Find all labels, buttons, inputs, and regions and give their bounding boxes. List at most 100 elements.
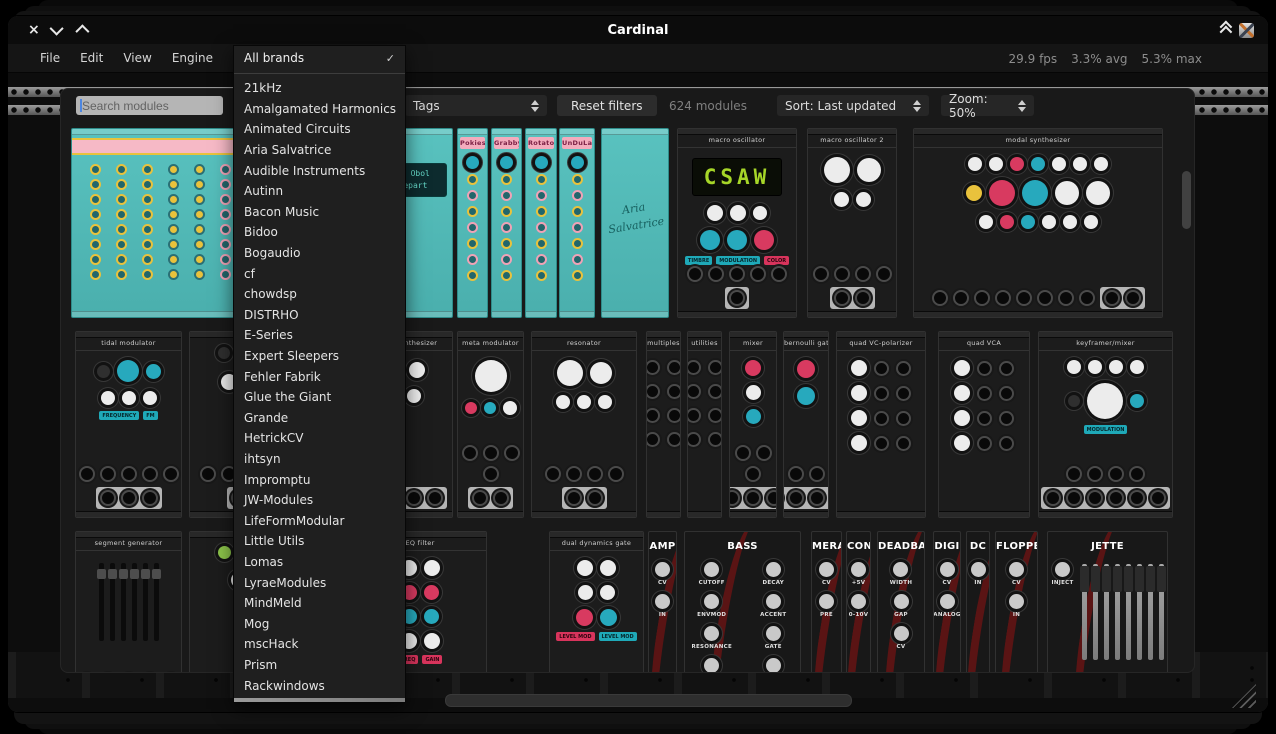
knob[interactable]	[940, 594, 955, 609]
module-card-pokies[interactable]: Pokies	[457, 128, 488, 318]
knob[interactable]	[97, 365, 110, 378]
knob[interactable]	[766, 626, 781, 641]
knob[interactable]	[117, 360, 139, 382]
knob[interactable]	[590, 362, 612, 384]
brand-option[interactable]: Bacon Music	[234, 202, 405, 223]
module-card[interactable]	[71, 128, 249, 318]
knob[interactable]	[894, 594, 909, 609]
knob[interactable]	[704, 658, 719, 673]
knob[interactable]	[655, 594, 670, 609]
knob[interactable]	[968, 157, 982, 171]
knob[interactable]	[851, 435, 867, 451]
zoom-select[interactable]: Zoom: 50%	[941, 95, 1034, 116]
knob[interactable]	[851, 410, 867, 426]
slider[interactable]	[1137, 564, 1142, 660]
brand-option[interactable]: Glue the Giant	[234, 387, 405, 408]
knob[interactable]	[424, 633, 440, 649]
knob[interactable]	[1000, 215, 1014, 229]
brand-option[interactable]: Little Utils	[234, 531, 405, 552]
knob[interactable]	[1109, 360, 1123, 374]
module-card-macro-oscillator-2[interactable]: macro oscillator 2	[807, 128, 897, 318]
knob[interactable]	[101, 391, 115, 405]
brand-option[interactable]: Animated Circuits	[234, 119, 405, 140]
brand-option[interactable]: Aria Salvatrice	[234, 140, 405, 161]
slider[interactable]	[1159, 564, 1164, 660]
module-card-flopper[interactable]: FLOPPERCVIN	[995, 531, 1038, 673]
module-card-grabby[interactable]: Grabby	[491, 128, 522, 318]
knob[interactable]	[1009, 594, 1024, 609]
knob[interactable]	[424, 609, 439, 624]
knob[interactable]	[954, 385, 970, 401]
brand-option[interactable]: Expert Sleepers	[234, 346, 405, 367]
knob[interactable]	[700, 230, 720, 250]
slider[interactable]	[154, 563, 159, 641]
knob[interactable]	[766, 594, 781, 609]
brand-option[interactable]: Prism	[234, 655, 405, 676]
brand-option[interactable]: Audible Instruments	[234, 160, 405, 181]
brand-option[interactable]: Lomas	[234, 552, 405, 573]
module-card-deadband[interactable]: DEADBANDWIDTHGAPCV	[877, 531, 925, 673]
knob[interactable]	[797, 387, 815, 405]
knob[interactable]	[503, 401, 517, 415]
knob[interactable]	[1022, 180, 1048, 206]
knob[interactable]	[746, 409, 761, 424]
module-card-utilities[interactable]: utilities	[687, 331, 722, 518]
brand-option[interactable]: 21kHz	[234, 78, 405, 99]
module-card-mixer[interactable]: mixer	[729, 331, 777, 518]
brand-option[interactable]: Autinn	[234, 181, 405, 202]
module-card[interactable]: AriaSalvatrice	[601, 128, 669, 318]
tags-select[interactable]: Tags	[405, 95, 547, 116]
search-input[interactable]	[76, 96, 223, 115]
module-card-segment-generator[interactable]: segment generator	[75, 531, 182, 673]
brand-option[interactable]: cf	[234, 263, 405, 284]
slider[interactable]	[110, 563, 115, 641]
brand-option[interactable]: chowdsp	[234, 284, 405, 305]
brand-option[interactable]: DISTRHO	[234, 305, 405, 326]
module-card-rotatoes[interactable]: Rotatoes	[525, 128, 557, 318]
knob[interactable]	[954, 360, 970, 376]
slider[interactable]	[1126, 564, 1131, 660]
knob[interactable]	[1130, 360, 1144, 374]
brand-option[interactable]: E-Series	[234, 325, 405, 346]
knob[interactable]	[766, 658, 781, 673]
knob[interactable]	[851, 594, 866, 609]
slider[interactable]	[1115, 564, 1120, 660]
module-card-dual-dynamics-gate[interactable]: dual dynamics gateLEVEL MODLEVEL MOD	[549, 531, 644, 673]
knob[interactable]	[1086, 181, 1110, 205]
knob[interactable]	[1094, 157, 1108, 171]
brand-option[interactable]: Fehler Fabrik	[234, 366, 405, 387]
knob[interactable]	[1031, 157, 1045, 171]
knob[interactable]	[727, 230, 747, 250]
knob[interactable]	[1021, 215, 1035, 229]
knob[interactable]	[819, 594, 834, 609]
knob[interactable]	[979, 215, 993, 229]
menu-item-edit[interactable]: Edit	[70, 51, 113, 65]
knob[interactable]	[146, 364, 161, 379]
brand-option[interactable]: ihtsyn	[234, 449, 405, 470]
knob[interactable]	[894, 626, 909, 641]
module-card-macro-oscillator[interactable]: macro oscillatorCSAWTIMBREMODULATIONCOLO…	[677, 128, 797, 318]
knob[interactable]	[557, 360, 583, 386]
knob[interactable]	[1010, 157, 1024, 171]
knob[interactable]	[989, 157, 1003, 171]
knob[interactable]	[954, 410, 970, 426]
knob[interactable]	[218, 347, 230, 359]
knob[interactable]	[600, 560, 616, 576]
knob[interactable]	[1130, 394, 1144, 408]
knob[interactable]	[1052, 157, 1066, 171]
slider[interactable]	[1148, 564, 1153, 660]
knob[interactable]	[424, 560, 440, 576]
knob[interactable]	[576, 609, 593, 626]
module-card-dc[interactable]: DCIN	[966, 531, 990, 673]
slider[interactable]	[132, 563, 137, 641]
knob[interactable]	[746, 385, 761, 400]
slider[interactable]	[1104, 564, 1109, 660]
menu-item-engine[interactable]: Engine	[162, 51, 223, 65]
module-card-bernoulli-gate[interactable]: bernoulli gate	[783, 331, 829, 518]
knob[interactable]	[704, 562, 719, 577]
knob[interactable]	[424, 585, 439, 600]
brand-option[interactable]: Mog	[234, 613, 405, 634]
knob[interactable]	[851, 562, 866, 577]
module-card-quad-vca[interactable]: quad VCA	[938, 331, 1030, 518]
brand-option[interactable]: LifeFormModular	[234, 510, 405, 531]
